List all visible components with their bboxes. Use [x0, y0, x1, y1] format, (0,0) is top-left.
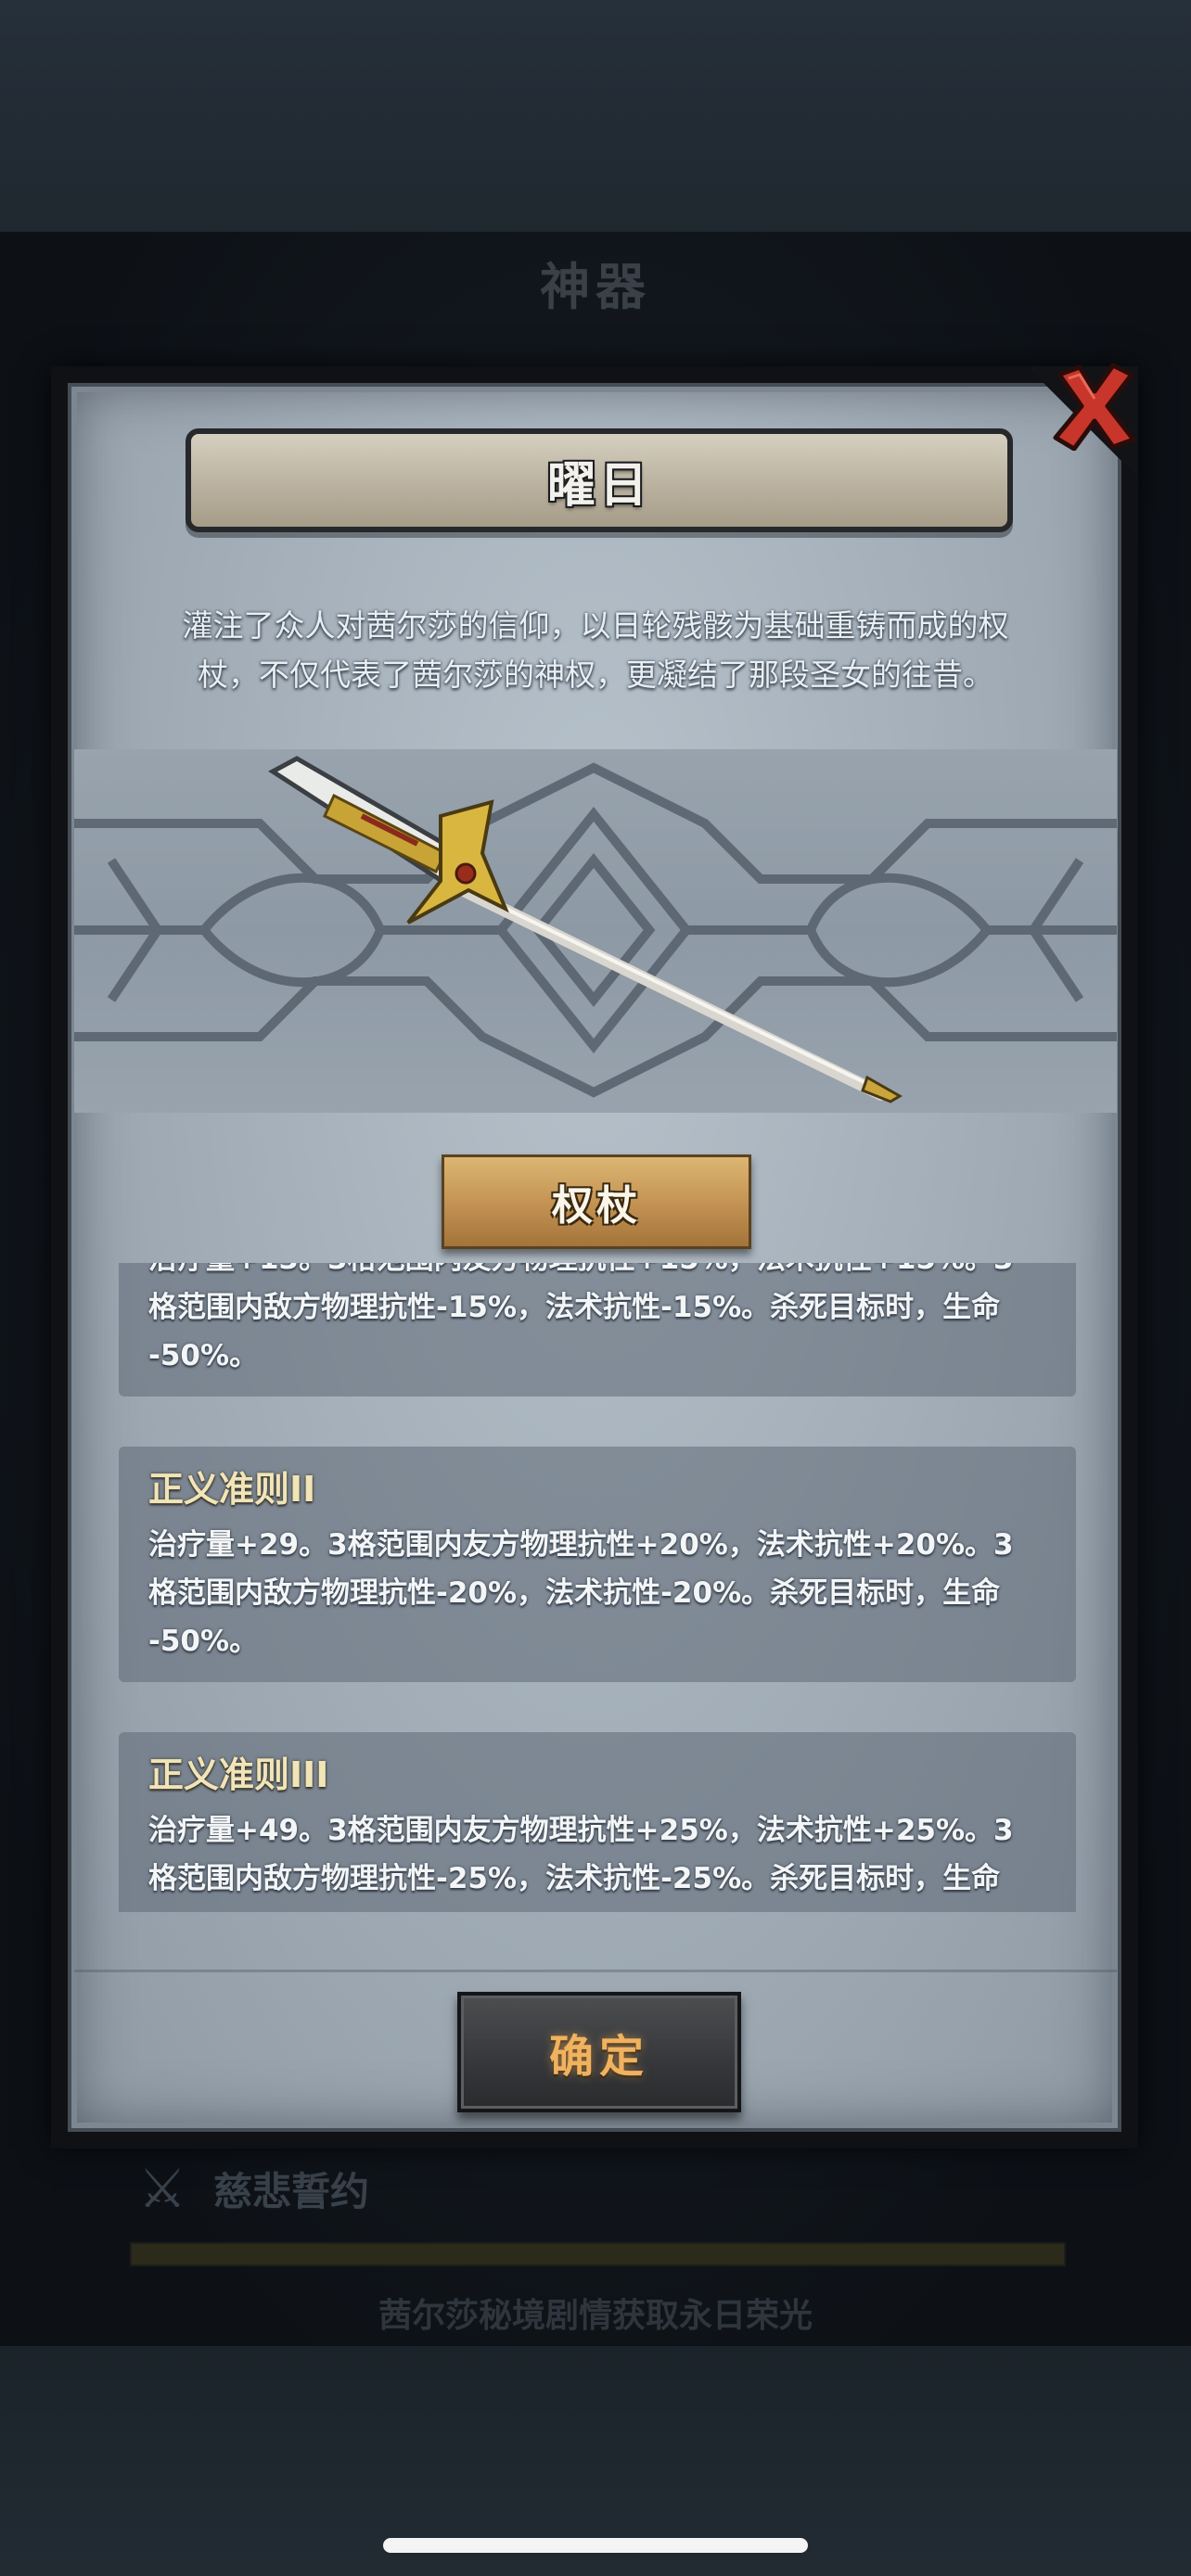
skill-description-line: 治疗量+49。3格范围内友方物理抗性+25%，法术抗性+25%。3	[148, 1814, 1014, 1847]
skills-scroll-area[interactable]: 治疗量+13。3格范围内友方物理抗性+15%，法术抗性+15%。3 格范围内敌方…	[119, 1263, 1076, 1912]
description-line: 杖，不仅代表了茜尔莎的神权，更凝结了那段圣女的往昔。	[198, 657, 993, 693]
skill-card: 正义准则III 治疗量+49。3格范围内友方物理抗性+25%，法术抗性+25%。…	[119, 1732, 1076, 1912]
description-line: 灌注了众人对茜尔莎的信仰，以日轮残骸为基础重铸而成的权	[182, 607, 1009, 644]
skill-name: 正义准则III	[148, 1754, 329, 1795]
confirm-button-label: 确定	[548, 2031, 649, 2083]
skill-card: 正义准则II 治疗量+29。3格范围内友方物理抗性+20%，法术抗性+20%。3…	[119, 1447, 1076, 1682]
home-indicator[interactable]	[383, 2538, 808, 2553]
scepter-image	[268, 756, 903, 1103]
skill-description-line: -50%。	[148, 1625, 259, 1658]
background-sub-row: ⚔ 慈悲誓约	[130, 2156, 369, 2221]
skills-list: 治疗量+13。3格范围内友方物理抗性+15%，法术抗性+15%。3 格范围内敌方…	[119, 1263, 1076, 1912]
skill-name: 正义准则II	[148, 1469, 316, 1510]
dialog-title: 曜日	[546, 457, 651, 514]
skill-description-line: 格范围内敌方物理抗性-15%，法术抗性-15%。杀死目标时，生命	[148, 1291, 1001, 1324]
skill-description-line: -50%。	[148, 1903, 1052, 1912]
sword-icon: ⚔	[138, 2157, 186, 2220]
footer-divider	[74, 1970, 1117, 1972]
skill-description: 治疗量+29。3格范围内友方物理抗性+20%，法术抗性+20%。3 格范围内敌方…	[148, 1521, 1052, 1665]
skill-description-line: -50%。	[148, 1339, 259, 1372]
weapon-type-label: 权杖	[552, 1182, 641, 1230]
close-button[interactable]	[1048, 357, 1141, 454]
background-top	[0, 0, 1191, 232]
skill-description-line: 治疗量+29。3格范围内友方物理抗性+20%，法术抗性+20%。3	[148, 1528, 1014, 1562]
background-hint: 茜尔莎秘境剧情获取永日荣光	[378, 2297, 813, 2335]
background-header-title: 神器	[540, 258, 651, 316]
skill-description-line: 格范围内敌方物理抗性-20%，法术抗性-20%。杀死目标时，生命	[148, 1576, 1001, 1610]
skill-card: 治疗量+13。3格范围内友方物理抗性+15%，法术抗性+15%。3 格范围内敌方…	[119, 1263, 1076, 1396]
background-progress-bar	[130, 2242, 1066, 2266]
confirm-button[interactable]: 确定	[457, 1992, 741, 2112]
skill-description: 治疗量+13。3格范围内友方物理抗性+15%，法术抗性+15%。3 格范围内敌方…	[148, 1263, 1052, 1380]
artifact-description: 灌注了众人对茜尔莎的信仰，以日轮残骸为基础重铸而成的权 杖，不仅代表了茜尔莎的神…	[121, 601, 1070, 699]
title-plate: 曜日	[186, 428, 1013, 532]
background-sub-label: 慈悲誓约	[213, 2168, 370, 2214]
skill-description: 治疗量+49。3格范围内友方物理抗性+25%，法术抗性+25%。3 格范围内敌方…	[148, 1806, 1052, 1912]
close-x-icon	[1053, 363, 1136, 451]
skill-description-line: 治疗量+13。3格范围内友方物理抗性+15%，法术抗性+15%。3	[148, 1263, 1052, 1283]
weapon-type-plate: 权杖	[442, 1154, 751, 1249]
skill-description-line: 格范围内敌方物理抗性-25%，法术抗性-25%。杀死目标时，生命	[148, 1862, 1001, 1895]
